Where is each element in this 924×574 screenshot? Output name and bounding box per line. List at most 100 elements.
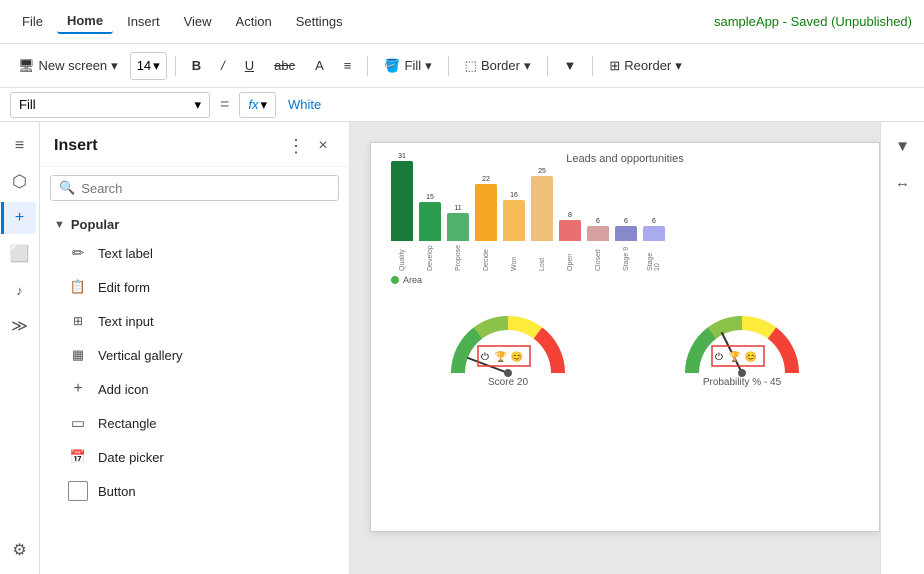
- gallery-icon: ▦: [68, 345, 88, 365]
- chart-title: Leads and opportunities: [387, 153, 863, 165]
- app-status: sampleApp - Saved (Unpublished): [714, 14, 912, 29]
- screen-icon: 🖥: [18, 58, 35, 74]
- fill-button[interactable]: 🪣 Fill ▾: [376, 54, 439, 78]
- font-button[interactable]: A: [307, 54, 332, 77]
- menu-action[interactable]: Action: [226, 10, 282, 33]
- chevron-down-icon: ▾: [153, 58, 160, 74]
- search-input[interactable]: [81, 181, 330, 196]
- menu-insert[interactable]: Insert: [117, 10, 170, 33]
- italic-button[interactable]: /: [213, 54, 233, 77]
- collapse-arrow-icon: ▼: [54, 219, 65, 231]
- svg-text:⏻: ⏻: [715, 352, 723, 363]
- canvas-content: Leads and opportunities 31Qualify15Devel…: [370, 142, 880, 532]
- bar-group: 15Develop: [419, 194, 441, 271]
- dropdown-button[interactable]: ▼: [556, 54, 585, 77]
- canvas-area: Leads and opportunities 31Qualify15Devel…: [350, 122, 880, 574]
- rectangle-icon: ▭: [68, 413, 88, 433]
- screens-icon[interactable]: ⬡: [4, 166, 36, 198]
- main-layout: ≡ ⬡ + ⬜ ♪ ≫ ⚙ Insert ⋮ × 🔍 ▼ Popular ✏: [0, 122, 924, 574]
- strikethrough-button[interactable]: abc: [266, 54, 303, 77]
- list-item[interactable]: 📋 Edit form: [40, 270, 349, 304]
- gauge-1-wrap: ⏻ 🏆 😊: [443, 303, 573, 373]
- dropdown-arrow: ▾: [111, 58, 118, 74]
- bar-group: 6Stage 9: [615, 218, 637, 271]
- chevron-down-icon: ▾: [260, 97, 267, 113]
- reorder-button[interactable]: ⊞ Reorder ▾: [601, 54, 689, 78]
- insert-items: ▼ Popular ✏ Text label 📋 Edit form ⊞ Tex…: [40, 209, 349, 574]
- bar-group: 11Propose: [447, 205, 469, 271]
- menu-settings[interactable]: Settings: [286, 10, 353, 33]
- collapse-icon[interactable]: ▼: [887, 130, 919, 162]
- chevron-down-icon: ▾: [675, 58, 682, 74]
- equals-sign: =: [216, 96, 233, 114]
- legend-label: Area: [403, 275, 422, 285]
- settings-icon[interactable]: ⚙: [4, 534, 36, 566]
- formula-input[interactable]: [282, 92, 914, 118]
- bar-group: 6Stage 10: [643, 218, 665, 271]
- svg-text:😊: 😊: [511, 351, 523, 363]
- bar-group: 22Decide: [475, 176, 497, 271]
- menu-home[interactable]: Home: [57, 9, 113, 34]
- formula-bar: Fill ▾ = fx ▾: [0, 88, 924, 122]
- edit-form-icon: 📋: [68, 277, 88, 297]
- more-options-icon[interactable]: ⋮: [287, 136, 305, 157]
- text-label-icon: ✏: [68, 243, 88, 263]
- search-icon: 🔍: [59, 180, 75, 196]
- svg-text:🏆: 🏆: [729, 350, 742, 363]
- underline-button[interactable]: U: [237, 54, 262, 77]
- bar-group: 25Lost: [531, 168, 553, 271]
- chart-container: Leads and opportunities 31Qualify15Devel…: [371, 143, 879, 289]
- list-item[interactable]: ✏ Text label: [40, 236, 349, 270]
- svg-text:⏻: ⏻: [481, 352, 489, 363]
- bold-button[interactable]: B: [184, 54, 209, 77]
- popular-section-header[interactable]: ▼ Popular: [40, 209, 349, 236]
- gauge-2-wrap: ⏻ 🏆 😊: [677, 303, 807, 373]
- svg-text:😊: 😊: [745, 351, 757, 363]
- insert-header: Insert ⋮ ×: [40, 122, 349, 167]
- media-icon[interactable]: ♪: [4, 274, 36, 306]
- reorder-icon: ⊞: [609, 58, 620, 74]
- chevron-down-icon: ▾: [524, 58, 531, 74]
- text-input-icon: ⊞: [68, 311, 88, 331]
- close-icon[interactable]: ×: [311, 134, 335, 158]
- resize-icon[interactable]: ↔: [887, 166, 919, 198]
- gauge-2-label: Probability % - 45: [703, 377, 781, 388]
- toolbar: 🖥 New screen ▾ 14 ▾ B / U abc A ≡ 🪣 Fill…: [0, 44, 924, 88]
- menu-file[interactable]: File: [12, 10, 53, 33]
- menu-items: File Home Insert View Action Settings: [12, 9, 353, 34]
- left-sidebar: ≡ ⬡ + ⬜ ♪ ≫ ⚙: [0, 122, 40, 574]
- hamburger-icon[interactable]: ≡: [4, 130, 36, 162]
- new-screen-button[interactable]: 🖥 New screen ▾: [10, 54, 126, 78]
- menu-bar: File Home Insert View Action Settings sa…: [0, 0, 924, 44]
- fill-dropdown[interactable]: Fill ▾: [10, 92, 210, 118]
- legend-dot: [391, 276, 399, 284]
- separator2: [367, 56, 368, 76]
- insert-title: Insert: [54, 137, 98, 155]
- list-item[interactable]: 📅 Date picker: [40, 440, 349, 474]
- border-button[interactable]: ⬚ Border ▾: [457, 54, 539, 78]
- fx-button[interactable]: fx ▾: [239, 92, 276, 118]
- insert-icon[interactable]: +: [1, 202, 36, 234]
- align-button[interactable]: ≡: [336, 54, 360, 77]
- font-size-dropdown[interactable]: 14 ▾: [130, 52, 167, 80]
- bar-group: 8Open: [559, 212, 581, 271]
- list-item[interactable]: ▦ Vertical gallery: [40, 338, 349, 372]
- separator4: [547, 56, 548, 76]
- separator3: [448, 56, 449, 76]
- gauge-2: ⏻ 🏆 😊 Probability % - 45: [677, 303, 807, 388]
- list-item[interactable]: ▭ Rectangle: [40, 406, 349, 440]
- list-item[interactable]: Button: [40, 474, 349, 508]
- list-item[interactable]: ⊞ Text input: [40, 304, 349, 338]
- bar-group: 16Won: [503, 192, 525, 271]
- border-icon: ⬚: [465, 58, 477, 74]
- list-item[interactable]: + Add icon: [40, 372, 349, 406]
- search-bar: 🔍: [50, 175, 339, 201]
- svg-text:🏆: 🏆: [495, 350, 508, 363]
- button-icon: [68, 481, 88, 501]
- add-icon: +: [68, 379, 88, 399]
- data-icon[interactable]: ⬜: [4, 238, 36, 270]
- bar-chart: 31Qualify15Develop11Propose22Decide16Won…: [387, 171, 863, 271]
- bar-group: 6Closed: [587, 218, 609, 271]
- menu-view[interactable]: View: [174, 10, 222, 33]
- connections-icon[interactable]: ≫: [4, 310, 36, 342]
